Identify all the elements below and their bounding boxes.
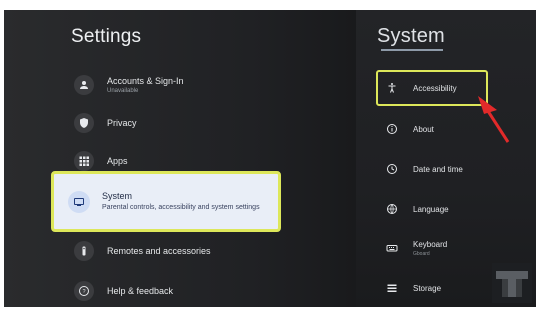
tv-icon [68, 190, 90, 213]
system-item-keyboard[interactable]: Keyboard Gboard [385, 236, 447, 260]
menu-item-label: System [102, 191, 133, 201]
menu-item-label: Remotes and accessories [107, 246, 211, 256]
title-underline [381, 49, 443, 51]
panel-title: System [377, 25, 445, 47]
remote-icon [74, 241, 94, 261]
menu-item-system[interactable]: System Parental controls, accessibility … [51, 171, 281, 232]
system-item-storage[interactable]: Storage [385, 276, 441, 300]
menu-item-label: Accounts & Sign-In [107, 76, 184, 86]
system-item-language[interactable]: Language [385, 197, 449, 221]
globe-icon [385, 202, 399, 216]
system-item-date-time[interactable]: Date and time [385, 157, 463, 181]
menu-item-label: Privacy [107, 118, 137, 128]
accessibility-icon [385, 81, 399, 95]
storage-icon [385, 281, 399, 295]
apps-grid-icon [74, 151, 94, 171]
shield-icon [74, 113, 94, 133]
svg-text:?: ? [82, 289, 85, 295]
account-icon [74, 75, 94, 95]
system-item-label: Accessibility [413, 83, 457, 93]
menu-item-label: Apps [107, 156, 128, 166]
menu-item-accounts[interactable]: Accounts & Sign-In Unavailable [74, 70, 274, 100]
system-item-label: Language [413, 204, 449, 214]
help-icon: ? [74, 281, 94, 301]
system-item-label: About [413, 124, 434, 134]
system-item-label: Storage [413, 283, 442, 293]
menu-item-remotes[interactable]: Remotes and accessories [74, 236, 274, 266]
menu-item-sublabel: Unavailable [107, 88, 139, 94]
system-item-label: Date and time [413, 164, 463, 174]
menu-item-privacy[interactable]: Privacy [74, 108, 274, 138]
system-item-about[interactable]: About [385, 117, 434, 141]
system-item-accessibility[interactable]: Accessibility [385, 76, 457, 100]
menu-item-help[interactable]: ? Help & feedback [74, 276, 274, 306]
watermark-logo [492, 263, 532, 303]
system-item-sublabel: Gboard [413, 250, 430, 257]
menu-item-description: Parental controls, accessibility and sys… [102, 204, 260, 211]
keyboard-icon [385, 241, 399, 255]
system-item-label: Keyboard [413, 239, 448, 249]
clock-icon [385, 162, 399, 176]
menu-item-label: Help & feedback [107, 286, 174, 296]
page-title: Settings [71, 26, 142, 47]
info-icon [385, 122, 399, 136]
